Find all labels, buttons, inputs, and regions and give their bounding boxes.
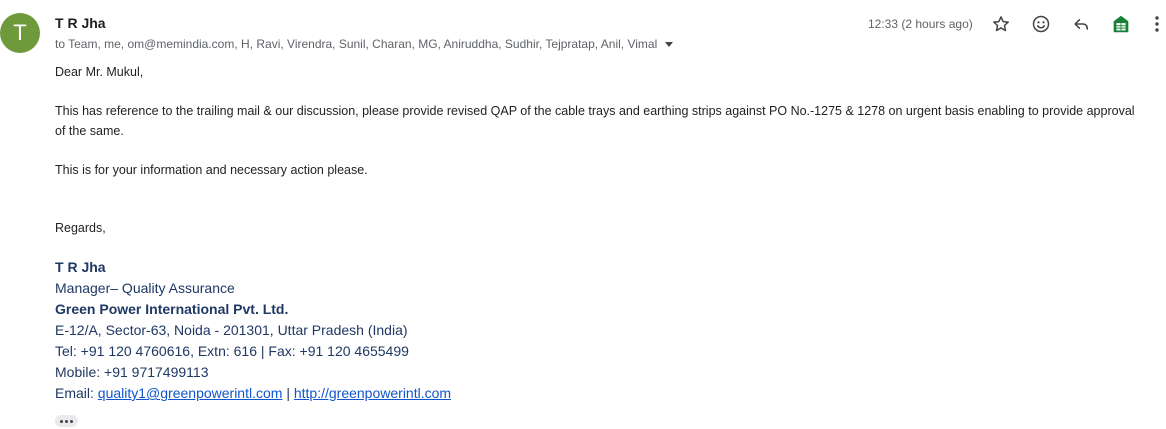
signature-tel: Tel: +91 120 4760616, Extn: 616 | Fax: +… <box>55 343 409 359</box>
signature-email-line: Email: quality1@greenpowerintl.com | htt… <box>55 383 451 404</box>
more-options-button[interactable] <box>1148 11 1166 37</box>
add-reaction-button[interactable] <box>1028 11 1054 37</box>
signature-address: E-12/A, Sector-63, Noida - 201301, Uttar… <box>55 322 408 338</box>
signature-web-link[interactable]: http://greenpowerintl.com <box>294 385 451 401</box>
recipients-line[interactable]: to Team, me, om@memindia.com, H, Ravi, V… <box>55 37 674 51</box>
email-body: Dear Mr. Mukul, This has reference to th… <box>55 62 1145 238</box>
greeting: Dear Mr. Mukul, <box>55 65 144 79</box>
avatar[interactable]: T <box>0 13 40 53</box>
more-horiz-icon <box>60 419 63 423</box>
more-vert-icon <box>1155 16 1159 32</box>
signature-mobile: Mobile: +91 9717499113 <box>55 364 209 380</box>
avatar-letter: T <box>13 20 27 45</box>
chevron-down-icon[interactable] <box>665 41 674 47</box>
signature-name: T R Jha <box>55 259 106 275</box>
body-paragraph-1: This has reference to the trailing mail … <box>55 104 1135 138</box>
sheets-icon <box>1113 15 1129 33</box>
star-icon <box>993 16 1009 32</box>
sender-name[interactable]: T R Jha <box>55 15 106 31</box>
emoji-icon <box>1032 15 1050 33</box>
star-button[interactable] <box>988 11 1014 37</box>
sheets-button[interactable] <box>1108 11 1134 37</box>
body-paragraph-2: This is for your information and necessa… <box>55 163 368 177</box>
regards: Regards, <box>55 221 106 235</box>
signature-role: Manager– Quality Assurance <box>55 280 235 296</box>
signature-email-link[interactable]: quality1@greenpowerintl.com <box>98 385 283 401</box>
reply-button[interactable] <box>1068 11 1094 37</box>
signature-company: Green Power International Pvt. Ltd. <box>55 301 289 317</box>
recipients-text: to Team, me, om@memindia.com, H, Ravi, V… <box>55 37 658 51</box>
show-trimmed-content-button[interactable] <box>55 415 78 427</box>
signature-separator: | <box>282 385 294 401</box>
signature-block: T R Jha Manager– Quality Assurance Green… <box>55 257 451 404</box>
signature-email-label: Email: <box>55 385 98 401</box>
reply-icon <box>1074 19 1089 30</box>
timestamp: 12:33 (2 hours ago) <box>868 17 973 31</box>
